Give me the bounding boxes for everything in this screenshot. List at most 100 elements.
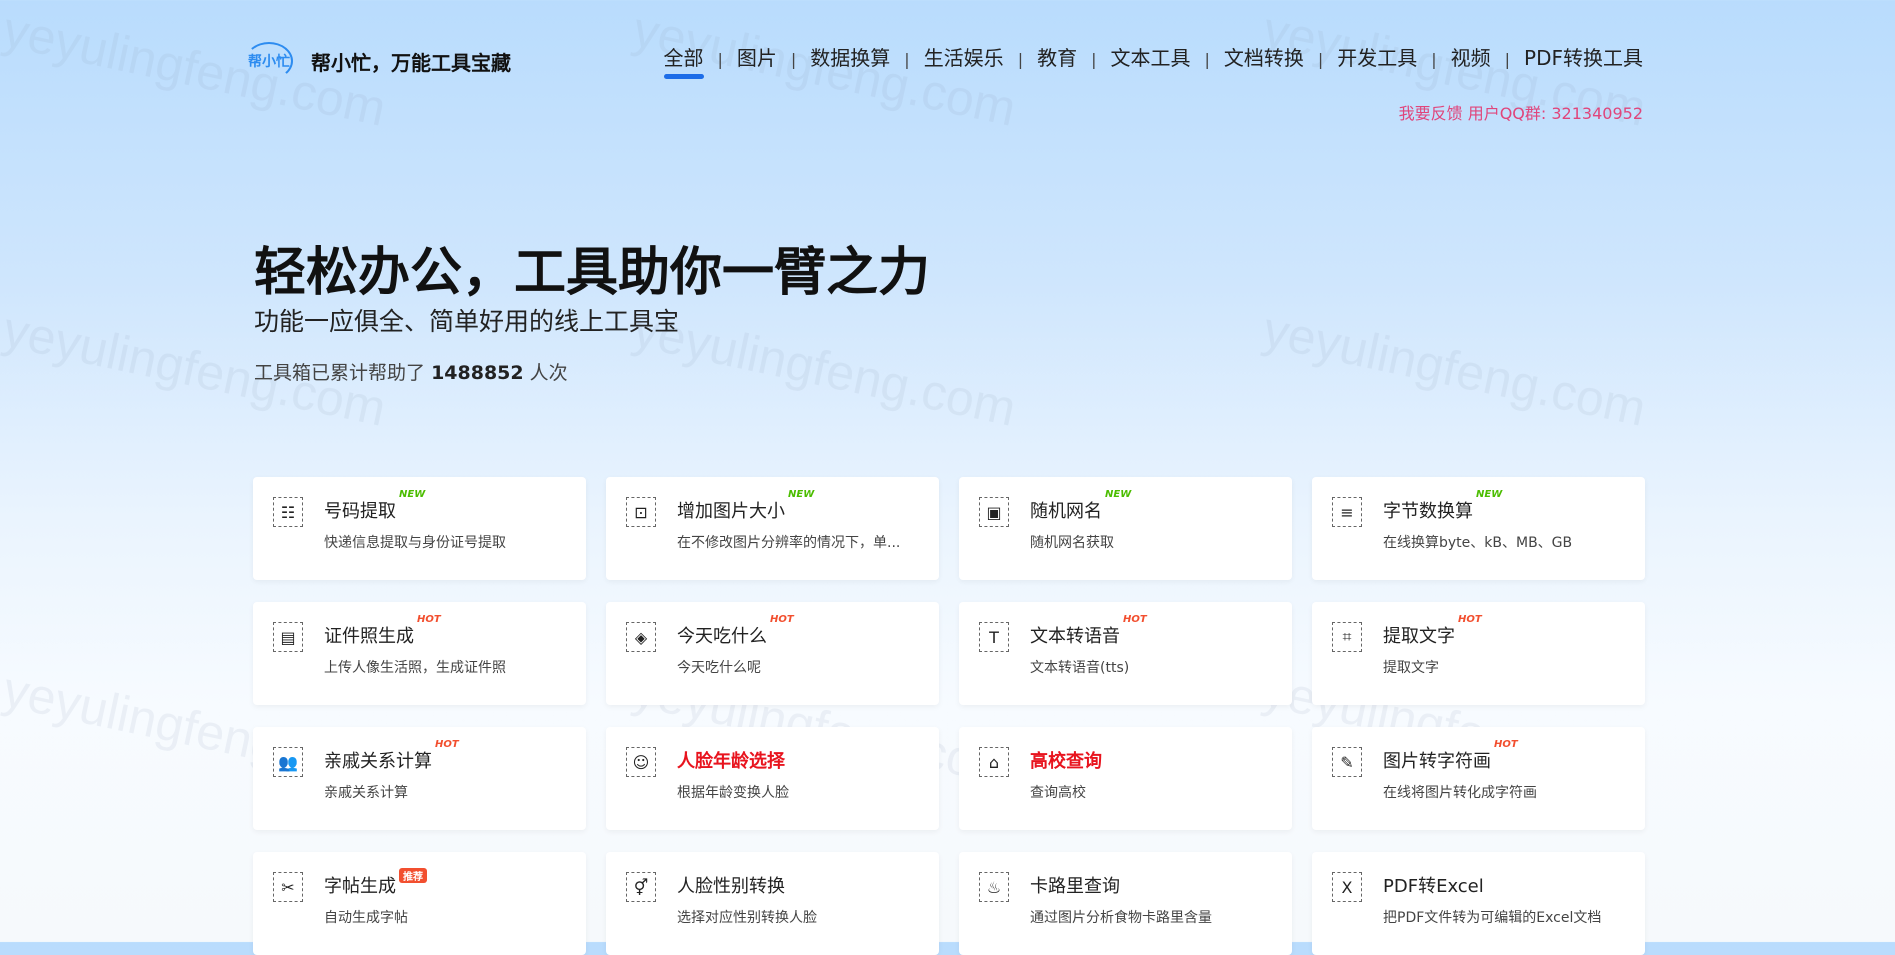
- tool-description: 在线换算byte、kB、MB、GB: [1383, 535, 1573, 551]
- tool-title: 增加图片大小 NEW: [677, 489, 814, 523]
- tool-description: 在线将图片转化成字符画: [1383, 785, 1537, 801]
- nav-separator: |: [1017, 50, 1024, 69]
- tool-description: 根据年龄变换人脸: [677, 785, 789, 801]
- tool-card[interactable]: ⚥ 人脸性别转换 选择对应性别转换人脸: [606, 852, 939, 955]
- tool-title: 字帖生成 推荐: [324, 868, 427, 898]
- tool-card[interactable]: ▤ 证件照生成 HOT 上传人像生活照，生成证件照: [253, 602, 586, 705]
- tool-title-text: 增加图片大小: [677, 501, 785, 522]
- brand-name: 帮小忙，万能工具宝藏: [311, 50, 511, 75]
- nav-item-0[interactable]: 全部: [663, 42, 704, 79]
- tool-card[interactable]: ⌗ 提取文字 HOT 提取文字: [1312, 602, 1645, 705]
- tool-title-text: 人脸性别转换: [677, 876, 785, 897]
- nav-item-1[interactable]: 图片: [737, 42, 777, 77]
- tool-grid: ☷ 号码提取 NEW 快递信息提取与身份证号提取 ⊡ 增加图片大小 NEW 在不修改图片分辨率…: [253, 477, 1646, 955]
- nav-separator: |: [790, 50, 797, 69]
- tool-description: 文本转语音(tts): [1030, 660, 1130, 676]
- tool-description: 在不修改图片分辨率的情况下，单...: [677, 535, 901, 551]
- tool-title: 图片转字符画 HOT: [1383, 739, 1518, 773]
- tool-title: 证件照生成 HOT: [324, 614, 441, 648]
- feedback-link[interactable]: 我要反馈 用户QQ群: 321340952: [1399, 100, 1643, 124]
- university-icon: ⌂: [979, 747, 1009, 777]
- relatives-icon: 👥: [273, 747, 303, 777]
- tool-card[interactable]: ✂ 字帖生成 推荐自动生成字帖: [253, 852, 586, 955]
- tool-title-text: 亲戚关系计算: [324, 751, 432, 772]
- tool-tag-new: NEW: [788, 489, 815, 500]
- tool-title: 随机网名 NEW: [1030, 489, 1131, 523]
- tool-description: 上传人像生活照，生成证件照: [324, 660, 506, 676]
- nav-item-7[interactable]: 开发工具: [1337, 42, 1417, 77]
- nav-separator: |: [1431, 50, 1437, 69]
- nav-separator: |: [717, 50, 723, 69]
- nav-item-8[interactable]: 视频: [1451, 42, 1491, 77]
- gender-icon: ⚥: [626, 872, 656, 902]
- contact-card-icon: ☷: [273, 497, 303, 527]
- tool-title: 人脸年龄选择: [677, 747, 785, 773]
- tool-title-text: 图片转字符画: [1383, 751, 1491, 772]
- nav-separator: |: [904, 50, 910, 69]
- tool-title: 文本转语音 HOT: [1030, 614, 1147, 648]
- tool-card[interactable]: T 文本转语音 HOT 文本转语音(tts): [959, 602, 1292, 705]
- tool-card[interactable]: X PDF转Excel 把PDF文件转为可编辑的Excel文档: [1312, 852, 1645, 955]
- list-calc-icon: ≡: [1332, 497, 1362, 527]
- brand-logo[interactable]: 帮小忙 帮小忙，万能工具宝藏: [245, 42, 511, 80]
- copybook-icon: ✂: [273, 872, 303, 902]
- watermark-text: yeyulingfeng.com: [628, 301, 1021, 437]
- tool-title: 人脸性别转换: [677, 872, 785, 898]
- tool-description: 自动生成字帖: [324, 910, 408, 926]
- tool-card[interactable]: ▣ 随机网名 NEW 随机网名获取: [959, 477, 1292, 580]
- nav-separator: |: [1091, 50, 1097, 69]
- usage-counter-prefix: 工具箱已累计帮助了: [254, 362, 426, 384]
- tool-title: 卡路里查询: [1030, 872, 1120, 898]
- watermark-text: yeyulingfeng.com: [1258, 301, 1651, 437]
- tool-card[interactable]: ☷ 号码提取 NEW 快递信息提取与身份证号提取: [253, 477, 586, 580]
- hero-subtitle: 功能一应俱全、简单好用的线上工具宝: [254, 307, 680, 336]
- tool-tag-new: NEW: [1105, 489, 1132, 500]
- tool-title-text: 卡路里查询: [1030, 876, 1120, 897]
- brand-badge-icon: 帮小忙: [245, 42, 293, 80]
- tool-card[interactable]: ⌂ 高校查询 查询高校: [959, 727, 1292, 830]
- tool-card[interactable]: ♨ 卡路里查询 通过图片分析食物卡路里含量: [959, 852, 1292, 955]
- image-resize-icon: ⊡: [626, 497, 656, 527]
- tool-description: 快递信息提取与身份证号提取: [324, 535, 506, 551]
- tool-card[interactable]: ☺ 人脸年龄选择根据年龄变换人脸: [606, 727, 939, 830]
- tool-card[interactable]: ⊡ 增加图片大小 NEW 在不修改图片分辨率的情况下，单...: [606, 477, 939, 580]
- tool-card[interactable]: ✎ 图片转字符画 HOT 在线将图片转化成字符画: [1312, 727, 1645, 830]
- nav-item-9[interactable]: PDF转换工具: [1524, 42, 1643, 77]
- tool-card[interactable]: ◈ 今天吃什么 HOT 今天吃什么呢: [606, 602, 939, 705]
- tool-title: 字节数换算 NEW: [1383, 489, 1502, 523]
- nav-item-5[interactable]: 文本工具: [1110, 42, 1190, 77]
- nav-separator: |: [1204, 50, 1210, 69]
- food-icon: ◈: [626, 622, 656, 652]
- tool-tag-new: NEW: [1476, 489, 1503, 500]
- hero-title: 轻松办公，工具助你一臂之力: [254, 243, 931, 303]
- tool-card[interactable]: 👥 亲戚关系计算 HOT 亲戚关系计算: [253, 727, 586, 830]
- tool-description: 通过图片分析食物卡路里含量: [1030, 910, 1212, 926]
- text-to-speech-icon: T: [979, 622, 1009, 652]
- tool-description: 提取文字: [1383, 660, 1439, 676]
- tool-title-text: 证件照生成: [324, 626, 414, 647]
- tool-title-text: 随机网名: [1030, 501, 1102, 522]
- usage-counter: 工具箱已累计帮助了 1488852 人次: [254, 358, 568, 385]
- top-nav: 全部 | 图片 | 数据换算 | 生活娱乐 | 教育 | 文本工具 | 文档转换 | 开发工具 | 视频 | PDF…: [663, 42, 1643, 79]
- tool-description: 今天吃什么呢: [677, 660, 761, 676]
- tool-title: PDF转Excel: [1383, 872, 1484, 898]
- nav-item-4[interactable]: 教育: [1037, 42, 1077, 77]
- tool-title-text: 号码提取: [324, 501, 396, 522]
- tool-title: 号码提取 NEW: [324, 489, 425, 523]
- nav-separator: |: [1504, 50, 1511, 69]
- tool-title-text: 文本转语音: [1030, 626, 1120, 647]
- tool-tag-hot: HOT: [1458, 614, 1482, 625]
- tool-title: 亲戚关系计算 HOT: [324, 739, 459, 773]
- nav-item-6[interactable]: 文档转换: [1224, 42, 1304, 77]
- tool-title-text: PDF转Excel: [1383, 876, 1484, 897]
- tool-description: 查询高校: [1030, 785, 1086, 801]
- tool-tag-hot: HOT: [770, 614, 794, 625]
- face-age-icon: ☺: [626, 747, 656, 777]
- tool-title-text: 今天吃什么: [677, 626, 767, 647]
- excel-icon: X: [1332, 872, 1362, 902]
- tool-card[interactable]: ≡ 字节数换算 NEW 在线换算byte、kB、MB、GB: [1312, 477, 1645, 580]
- nav-separator: |: [1317, 50, 1324, 69]
- nav-item-2[interactable]: 数据换算: [810, 42, 890, 77]
- nav-item-3[interactable]: 生活娱乐: [924, 42, 1004, 77]
- tool-tag-hot: HOT: [1123, 614, 1147, 625]
